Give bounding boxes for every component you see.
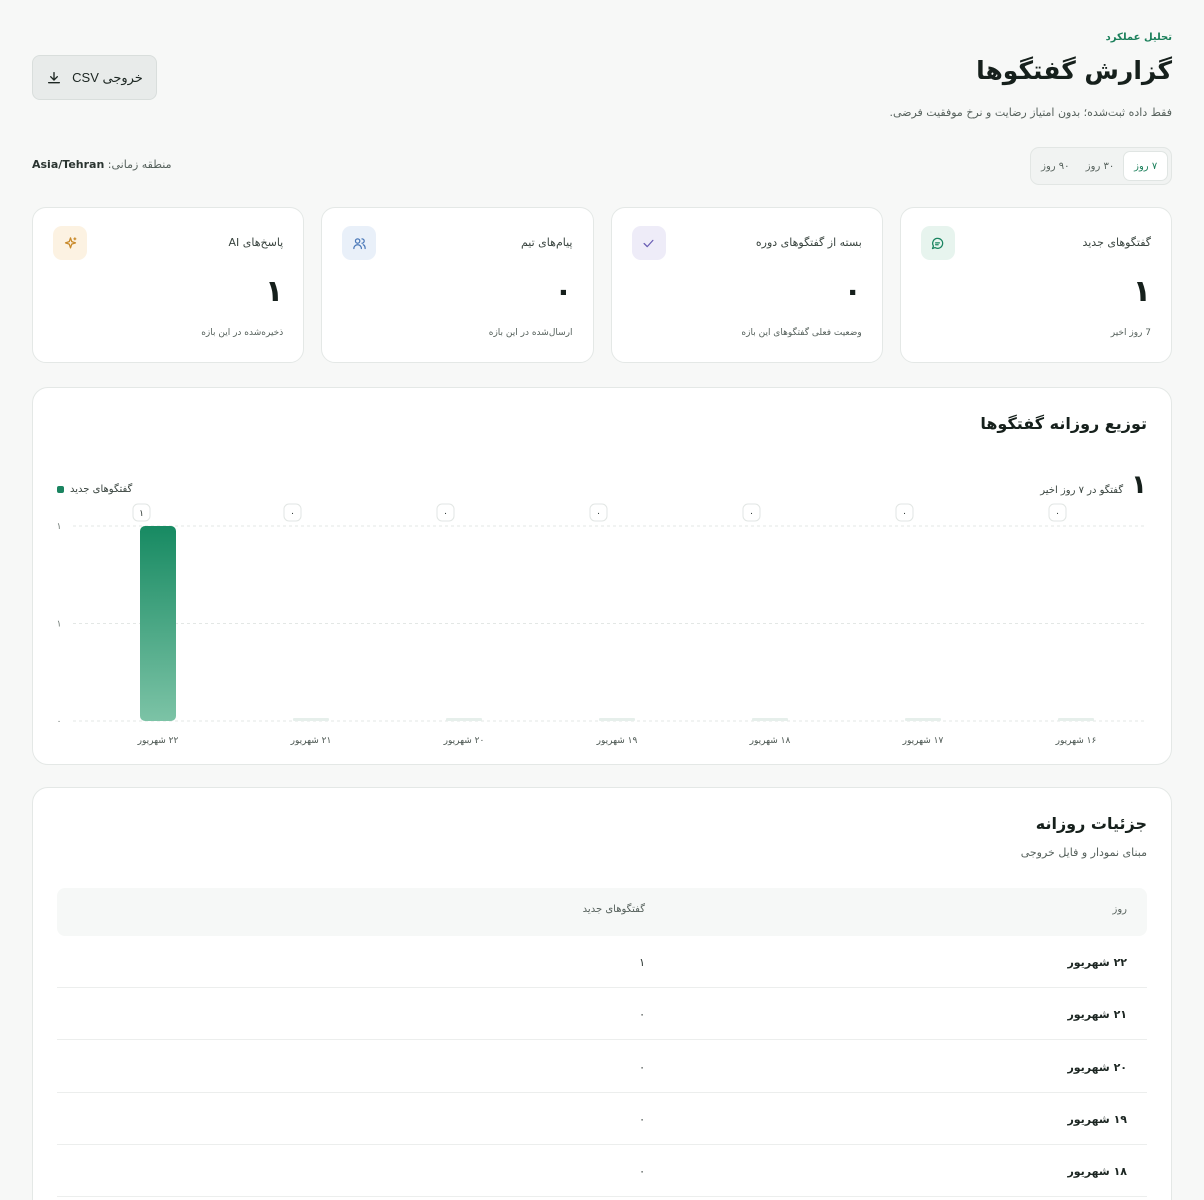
bar-value-label: ۰ <box>290 509 295 519</box>
x-tick-label: ۱۷ شهریور <box>902 736 944 746</box>
bar-value-label: ۰ <box>443 509 448 519</box>
stat-label: بسته از گفتگوهای دوره <box>755 236 862 249</box>
stat-card-new-conversations: گفتگوهای جدید ۱ 7 روز اخیر <box>899 207 1172 363</box>
chart-bar <box>446 718 482 721</box>
sparkle-icon <box>53 226 87 260</box>
y-tick-label: ۱ <box>57 620 62 630</box>
stat-label: پیام‌های تیم <box>520 236 573 249</box>
chart-panel: توزیع روزانه گفتگوها ۱ گفتگو در ۷ روز اخ… <box>32 387 1172 765</box>
daily-details-panel: جزئیات روزانه مبنای نمودار و فایل خروجی … <box>32 787 1172 1200</box>
cell-count: ۰ <box>639 1165 645 1178</box>
table-row: ۲۰ شهریور ۰ <box>57 1041 1147 1093</box>
stat-value: ۰ <box>554 274 573 309</box>
export-csv-label: خروجی CSV <box>72 69 143 85</box>
cell-day: ۱۸ شهریور <box>1067 1165 1127 1178</box>
x-tick-label: ۱۹ شهریور <box>596 736 638 746</box>
chart-bar <box>293 718 329 721</box>
chart-bar <box>140 526 176 721</box>
y-tick-label: ۱ <box>57 522 62 532</box>
page-subtitle: فقط داده ثبت‌شده؛ بدون امتیاز رضایت و نر… <box>889 106 1172 119</box>
stat-label: گفتگوهای جدید <box>1082 236 1151 249</box>
stat-note: ارسال‌شده در این بازه <box>488 328 573 338</box>
chat-icon <box>920 226 955 260</box>
table-title: جزئیات روزانه <box>1035 814 1147 833</box>
cell-count: ۰ <box>639 1061 645 1074</box>
stat-note: 7 روز اخیر <box>1110 328 1151 338</box>
cell-count: ۱ <box>639 956 645 969</box>
cell-count: ۰ <box>639 1113 645 1126</box>
bar-value-label: ۰ <box>1055 509 1060 519</box>
stat-value: ۰ <box>843 274 862 309</box>
column-header-count: گفتگوهای جدید <box>582 904 645 915</box>
stat-card-team-messages: پیام‌های تیم ۰ ارسال‌شده در این بازه <box>321 207 594 363</box>
timezone-info: منطقه زمانی: Asia/Tehran <box>32 158 171 171</box>
range-option-7[interactable]: ۷ روز <box>1123 151 1168 181</box>
stat-value: ۱ <box>1132 274 1151 309</box>
chart-bar <box>905 718 941 721</box>
users-icon <box>342 226 377 260</box>
reports-page: تحلیل عملکرد گزارش گفتگوها فقط داده ثبت‌… <box>0 0 1204 1200</box>
stat-cards: گفتگوهای جدید ۱ 7 روز اخیر بسته از گفتگو… <box>32 207 1172 363</box>
x-tick-label: ۱۶ شهریور <box>1055 736 1097 746</box>
stat-label: پاسخ‌های AI <box>228 236 284 249</box>
stat-card-closed-conversations: بسته از گفتگوهای دوره ۰ وضعیت فعلی گفتگو… <box>610 207 883 363</box>
stat-card-ai-replies: پاسخ‌های AI ۱ ذخیره‌شده در این بازه <box>32 207 305 363</box>
cell-day: ۲۰ شهریور <box>1067 1061 1127 1074</box>
chart-bar <box>1058 718 1094 721</box>
timezone-label: منطقه زمانی: <box>107 158 172 171</box>
range-option-90[interactable]: ۹۰ روز <box>1034 151 1077 181</box>
y-tick-label: ۰ <box>57 717 62 727</box>
table-row: ۲۱ شهریور ۰ <box>57 988 1147 1040</box>
bar-value-label: ۰ <box>596 509 601 519</box>
table-subtitle: مبنای نمودار و فایل خروجی <box>1020 846 1147 859</box>
page-eyebrow: تحلیل عملکرد <box>1105 32 1172 43</box>
download-icon <box>48 71 61 83</box>
page-title: گزارش گفتگوها <box>976 56 1172 85</box>
table-header: روز گفتگوهای جدید <box>57 888 1147 936</box>
bar-value-label: ۱ <box>139 509 144 519</box>
chart-bar <box>599 718 635 721</box>
x-tick-label: ۱۸ شهریور <box>749 736 791 746</box>
stat-note: ذخیره‌شده در این بازه <box>201 328 284 338</box>
chart-bar <box>752 718 788 721</box>
table-row: ۱۸ شهریور ۰ <box>57 1145 1147 1197</box>
stat-value: ۱ <box>264 274 284 309</box>
stat-note: وضعیت فعلی گفتگوهای این بازه <box>741 328 862 338</box>
x-tick-label: ۲۰ شهریور <box>443 736 485 746</box>
cell-day: ۲۲ شهریور <box>1067 956 1127 969</box>
column-header-day: روز <box>1112 904 1128 915</box>
cell-day: ۱۹ شهریور <box>1067 1113 1127 1126</box>
bar-value-label: ۰ <box>902 509 907 519</box>
cell-count: ۰ <box>639 1008 645 1021</box>
range-option-30[interactable]: ۳۰ روز <box>1079 151 1122 181</box>
bar-value-label: ۰ <box>749 509 754 519</box>
x-tick-label: ۲۲ شهریور <box>137 736 179 746</box>
range-selector: ۷ روز ۳۰ روز ۹۰ روز <box>1030 147 1172 185</box>
table-row: ۲۲ شهریور ۱ <box>57 936 1147 988</box>
bar-chart: ۱ ۱ ۰ ۱ ۲۲ شهریور ۰ ۲۱ شهریور ۰ ۲۰ شهریور ۰ ۱۹ شهر… <box>57 503 1147 746</box>
x-tick-label: ۲۱ شهریور <box>290 736 332 746</box>
timezone-value: Asia/Tehran <box>32 158 105 171</box>
cell-day: ۲۱ شهریور <box>1067 1008 1127 1021</box>
table-row: ۱۹ شهریور ۰ <box>57 1093 1147 1145</box>
check-icon <box>631 226 666 260</box>
export-csv-button[interactable]: خروجی CSV <box>32 55 157 100</box>
